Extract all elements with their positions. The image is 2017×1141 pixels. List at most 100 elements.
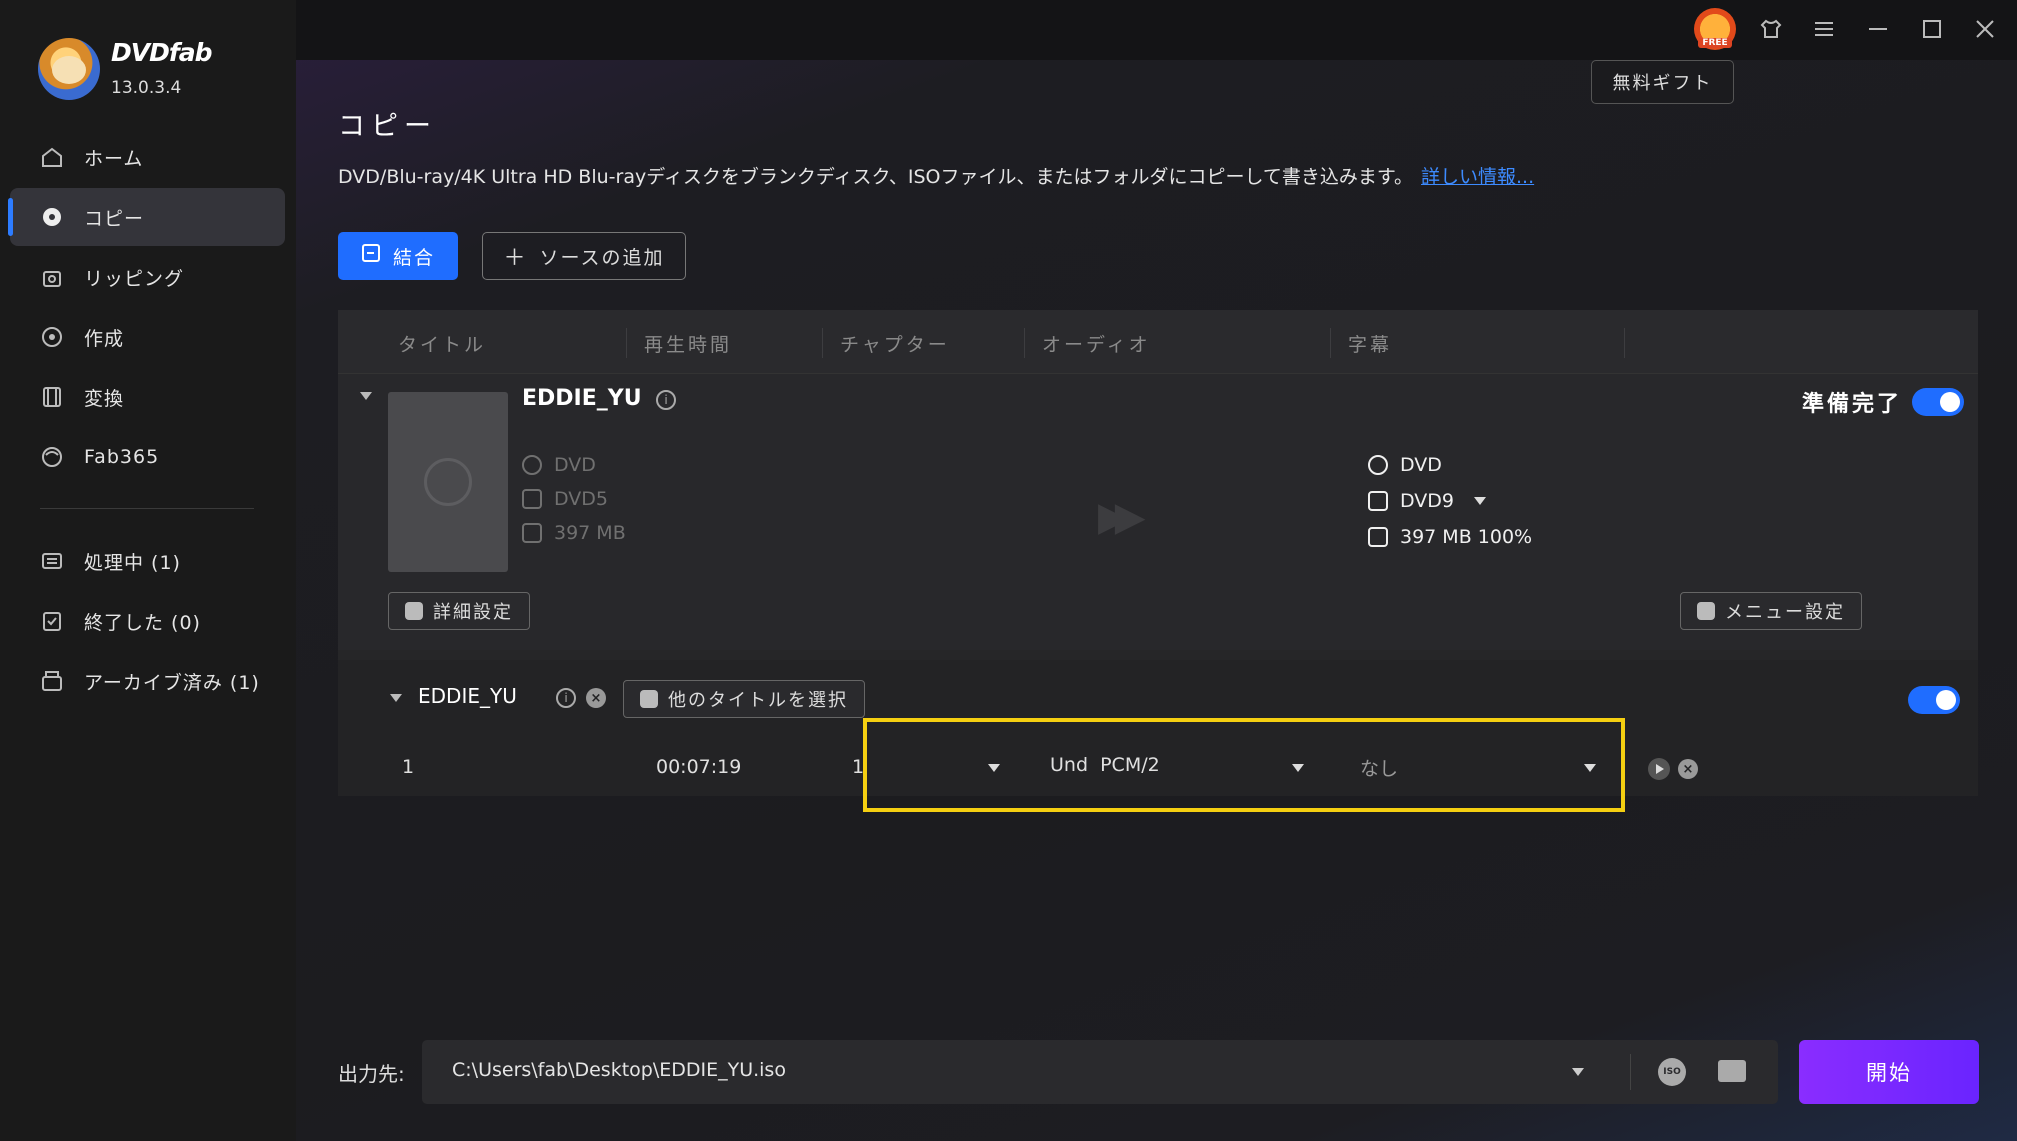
- processing-icon: [40, 549, 64, 573]
- page-description: DVD/Blu-ray/4K Ultra HD Blu-rayディスクをブランク…: [338, 162, 1534, 189]
- collapse-triangle-icon[interactable]: [360, 392, 372, 400]
- remove-title-icon[interactable]: ×: [586, 688, 606, 708]
- input-size-label: 397 MB: [554, 522, 626, 544]
- sidebar-item-home[interactable]: ホーム: [10, 128, 285, 186]
- title-row: EDDIE_YU i × 他のタイトルを選択 1 00:07:19 1 Und …: [338, 660, 1978, 812]
- description-text: DVD/Blu-ray/4K Ultra HD Blu-rayディスクをブランク…: [338, 166, 1414, 188]
- play-icon[interactable]: [1648, 758, 1670, 780]
- header-separator: [822, 328, 823, 358]
- converter-icon: [40, 385, 64, 409]
- iso-disc-icon: [1368, 455, 1388, 475]
- add-source-label: ソースの追加: [539, 246, 665, 269]
- output-type-label: DVD: [1400, 454, 1442, 476]
- sidebar: DVDfab 13.0.3.4 ホーム コピー リッピング 作成 変換 Fab3…: [0, 0, 296, 1141]
- sidebar-item-fab365[interactable]: Fab365: [10, 428, 285, 486]
- output-path-field[interactable]: C:\Users\fab\Desktop\EDDIE_YU.iso ISO: [422, 1040, 1778, 1104]
- list-icon: [640, 690, 658, 708]
- archive-icon: [40, 669, 64, 693]
- remove-row-icon[interactable]: ×: [1678, 759, 1698, 779]
- sidebar-item-ripper[interactable]: リッピング: [10, 248, 285, 306]
- chevron-down-icon[interactable]: [1572, 1068, 1584, 1076]
- sidebar-divider: [40, 508, 254, 509]
- add-source-button[interactable]: ＋ ソースの追加: [482, 232, 686, 280]
- finished-icon: [40, 609, 64, 633]
- title-enable-toggle[interactable]: [1908, 686, 1960, 714]
- sidebar-item-label: アーカイブ済み (1): [84, 671, 260, 694]
- sidebar-item-archived[interactable]: アーカイブ済み (1): [10, 652, 285, 710]
- sidebar-item-copy[interactable]: コピー: [8, 188, 285, 246]
- disc-size-icon: [522, 489, 542, 509]
- input-size: 397 MB: [522, 522, 626, 544]
- header-audio: オーディオ: [1042, 333, 1151, 356]
- title-name: EDDIE_YU: [418, 684, 517, 708]
- header-title: タイトル: [398, 333, 487, 356]
- output-disc-select[interactable]: DVD9: [1368, 490, 1487, 512]
- page-title: コピー: [338, 111, 437, 142]
- maximize-icon[interactable]: [1917, 14, 1947, 44]
- sidebar-item-label: コピー: [84, 207, 145, 230]
- output-path: C:\Users\fab\Desktop\EDDIE_YU.iso: [452, 1059, 786, 1081]
- sidebar-item-converter[interactable]: 変換: [10, 368, 285, 426]
- menu-settings-button[interactable]: メニュー設定: [1680, 592, 1862, 630]
- plus-icon: ＋: [503, 246, 528, 271]
- combine-button[interactable]: 結合: [338, 232, 458, 280]
- disc-size-icon: [1368, 491, 1388, 511]
- chevron-down-icon: [1474, 497, 1487, 505]
- collapse-triangle-icon[interactable]: [390, 694, 402, 702]
- output-size-label: 397 MB 100%: [1400, 526, 1533, 548]
- info-icon[interactable]: i: [656, 390, 676, 410]
- status-ready: 準備完了: [1802, 392, 1903, 417]
- sidebar-item-finished[interactable]: 終了した (0): [10, 592, 285, 650]
- advanced-settings-label: 詳細設定: [433, 602, 513, 623]
- conversion-arrows-icon: ▶▶: [1098, 494, 1145, 540]
- input-disc: DVD5: [522, 488, 608, 510]
- app-version: 13.0.3.4: [111, 78, 182, 98]
- sidebar-item-label: 終了した (0): [84, 611, 201, 634]
- select-other-title-label: 他のタイトルを選択: [668, 690, 848, 711]
- output-separator: [1630, 1054, 1631, 1090]
- disc-placeholder-icon: [424, 458, 472, 506]
- sidebar-item-creator[interactable]: 作成: [10, 308, 285, 366]
- header-separator: [626, 328, 627, 358]
- more-info-link[interactable]: 詳しい情報...: [1421, 166, 1534, 188]
- sidebar-item-label: 作成: [84, 327, 125, 350]
- header-subtitle: 字幕: [1348, 333, 1393, 356]
- source-enable-toggle[interactable]: [1912, 388, 1964, 416]
- sidebar-item-label: 変換: [84, 387, 125, 410]
- dvdfab-logo-icon: [38, 38, 100, 100]
- header-separator: [1024, 328, 1025, 358]
- title-bar: FREE: [296, 0, 2017, 60]
- iso-output-icon[interactable]: ISO: [1658, 1058, 1686, 1086]
- sidebar-item-processing[interactable]: 処理中 (1): [10, 532, 285, 590]
- highlight-box: [863, 718, 1625, 812]
- free-gift-icon[interactable]: FREE: [1694, 8, 1736, 50]
- close-icon[interactable]: [1970, 14, 2000, 44]
- minimize-icon[interactable]: [1863, 14, 1893, 44]
- folder-icon[interactable]: [1718, 1060, 1746, 1082]
- source-name: EDDIE_YU: [522, 386, 642, 411]
- advanced-settings-button[interactable]: 詳細設定: [388, 592, 530, 630]
- shirt-theme-icon[interactable]: [1756, 14, 1786, 44]
- iso-disc-icon: [522, 455, 542, 475]
- output-disc-label: DVD9: [1400, 490, 1455, 512]
- start-button[interactable]: 開始: [1799, 1040, 1979, 1104]
- output-size: 397 MB 100%: [1368, 526, 1532, 548]
- input-type-label: DVD: [554, 454, 596, 476]
- info-icon[interactable]: i: [556, 688, 576, 708]
- menu-icon[interactable]: [1809, 14, 1839, 44]
- copy-disc-icon: [40, 205, 64, 229]
- header-separator: [1624, 328, 1625, 358]
- combine-label: 結合: [392, 246, 435, 269]
- creator-icon: [40, 325, 64, 349]
- select-other-title-button[interactable]: 他のタイトルを選択: [623, 680, 865, 718]
- task-table: タイトル 再生時間 チャプター オーディオ 字幕 EDDIE_YU i DVD …: [338, 310, 1978, 812]
- home-icon: [40, 145, 64, 169]
- fab365-icon: [40, 445, 64, 469]
- file-size-icon: [522, 523, 542, 543]
- input-disc-label: DVD5: [554, 488, 609, 510]
- output-type: DVD: [1368, 454, 1442, 476]
- sidebar-item-label: ホーム: [84, 147, 144, 170]
- free-badge-label: FREE: [1698, 38, 1732, 48]
- source-thumbnail: [388, 392, 508, 572]
- title-duration: 00:07:19: [656, 756, 742, 778]
